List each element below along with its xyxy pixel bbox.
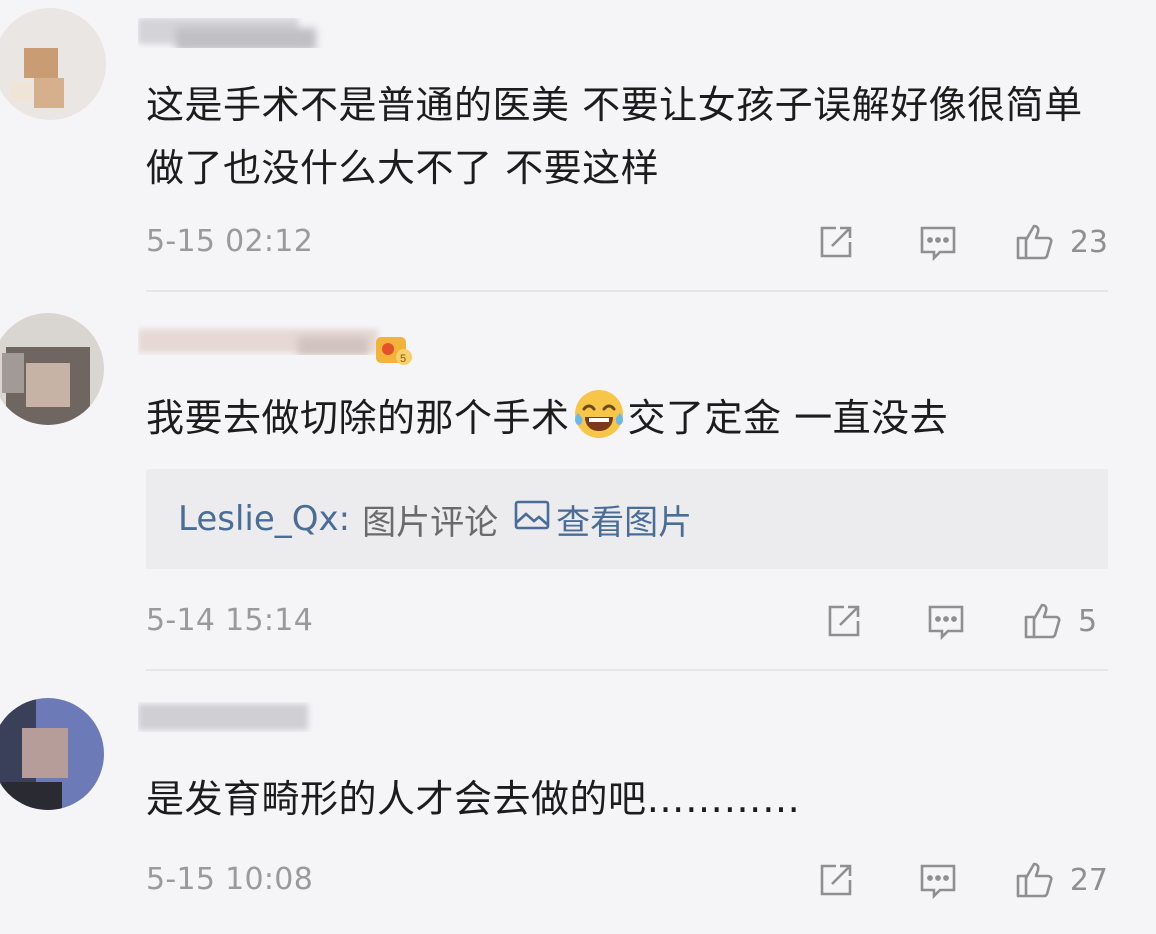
avatar[interactable] — [0, 8, 106, 120]
view-image-link[interactable]: 查看图片 — [512, 495, 692, 544]
comment-text-part: 交了定金 一直没去 — [627, 396, 949, 440]
avatar[interactable] — [0, 313, 104, 425]
comment-text-part: 我要去做切除的那个手术 — [146, 396, 570, 440]
quoted-reply[interactable]: Leslie_Qx: 图片评论 查看图片 — [146, 469, 1108, 569]
timestamp: 5-15 02:12 — [146, 224, 314, 259]
comment-item: 是发育畸形的人才会去做的吧………… 5-15 10:08 27 — [0, 672, 1156, 934]
laugh-cry-emoji — [572, 387, 626, 441]
comment-icon[interactable] — [924, 599, 968, 643]
comment-text: 这是手术不是普通的医美 不要让女孩子误解好像很简单做了也没什么大不了 不要这样 — [146, 83, 1083, 190]
divider — [146, 669, 1108, 671]
avatar[interactable] — [0, 698, 104, 810]
share-icon[interactable] — [814, 220, 858, 264]
image-icon — [512, 497, 556, 542]
username-blurred[interactable] — [138, 18, 418, 48]
svg-text:5: 5 — [400, 353, 406, 365]
comment-item: 这是手术不是普通的医美 不要让女孩子误解好像很简单做了也没什么大不了 不要这样 … — [0, 0, 1156, 292]
share-icon[interactable] — [814, 858, 858, 902]
comment-text: 我要去做切除的那个手术 交了定金 一直没去 — [146, 387, 1116, 450]
comment-actions: 27 — [814, 858, 1108, 902]
like-count: 23 — [1069, 224, 1108, 260]
vip-badge-icon: 5 — [372, 329, 416, 369]
quoted-text: 图片评论 — [362, 502, 499, 543]
thumbs-up-icon[interactable] — [1012, 858, 1056, 902]
username-blurred[interactable] — [138, 702, 418, 732]
timestamp: 5-15 10:08 — [146, 862, 314, 897]
like-count: 27 — [1069, 862, 1108, 898]
comment-icon[interactable] — [916, 858, 960, 902]
comment-actions: 5 — [822, 599, 1108, 643]
quoted-username[interactable]: Leslie_Qx: — [178, 499, 350, 539]
thumbs-up-icon[interactable] — [1012, 220, 1056, 264]
divider — [146, 290, 1108, 292]
share-icon[interactable] — [822, 599, 866, 643]
comment-item: 5 我要去做切除的那个手术 交了定金 一直没去 Leslie_Qx: 图片评论 查… — [0, 293, 1156, 671]
comment-text: 是发育畸形的人才会去做的吧………… — [146, 777, 801, 821]
comment-actions: 23 — [814, 220, 1108, 264]
thumbs-up-icon[interactable] — [1020, 599, 1064, 643]
comment-icon[interactable] — [916, 220, 960, 264]
timestamp: 5-14 15:14 — [146, 603, 314, 638]
like-count: 5 — [1078, 603, 1098, 639]
view-image-label: 查看图片 — [556, 502, 693, 543]
